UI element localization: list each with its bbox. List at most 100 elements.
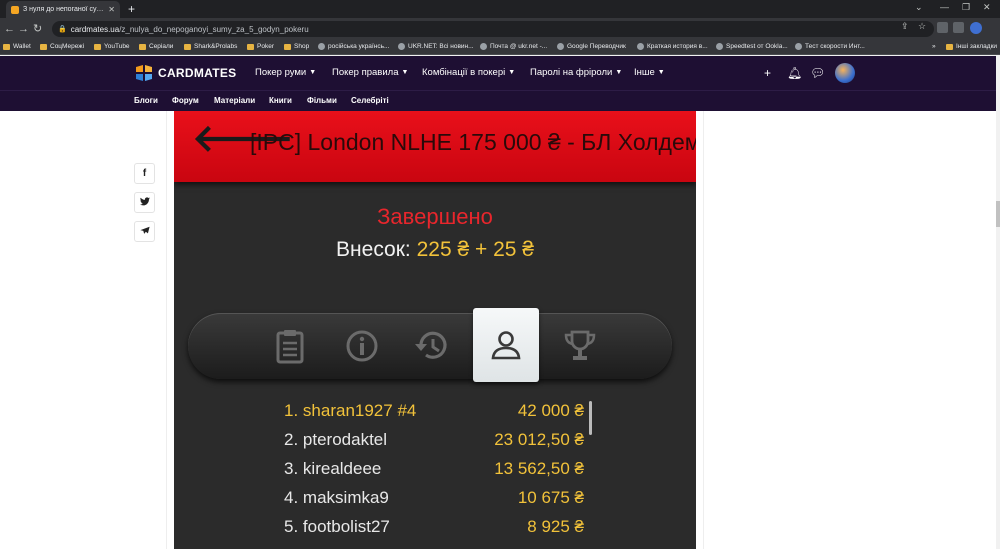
folder-icon — [139, 43, 146, 50]
bookmarks-overflow[interactable]: » — [932, 43, 936, 50]
subnav-celebrities[interactable]: Селебріті — [351, 96, 389, 105]
subnav-books[interactable]: Книги — [269, 96, 292, 105]
address-bar[interactable]: 🔒 cardmates.ua/z_nulya_do_nepoganoyi_sum… — [52, 21, 934, 37]
result-row: 3. kirealdeee 13 562,50 ₴ — [284, 459, 584, 483]
minimize-icon[interactable]: — — [940, 2, 949, 12]
extensions-icon[interactable] — [937, 22, 948, 33]
result-player: sharan1927 #4 — [302, 401, 417, 420]
bookmark-item[interactable]: Google Переводчик — [557, 43, 626, 50]
result-prize: 8 925 ₴ — [527, 517, 584, 536]
bookmark-item[interactable]: YouTube — [94, 43, 130, 50]
back-icon[interactable]: ← — [4, 22, 15, 36]
menu-freeroll-passwords[interactable]: Паролі на фріроли ▼ — [530, 67, 622, 78]
bookmark-item[interactable]: російська українсь... — [318, 43, 389, 50]
browser-tab[interactable]: З нуля до непоганої суми за 5 г ✕ — [6, 1, 120, 18]
bookmark-label: YouTube — [104, 43, 130, 50]
twitter-icon — [139, 196, 150, 209]
maximize-icon[interactable]: ❐ — [962, 2, 970, 13]
telegram-share-button[interactable] — [134, 221, 155, 242]
menu-label: Покер руми — [255, 67, 307, 78]
close-tab-icon[interactable]: ✕ — [108, 5, 115, 14]
folder-icon — [3, 43, 10, 50]
forward-icon[interactable]: → — [18, 22, 29, 36]
tournament-status: Завершено — [377, 204, 493, 229]
result-row: 5. footbolist27 8 925 ₴ — [284, 517, 584, 541]
menu-label: Комбінації в покері — [422, 67, 506, 78]
bookmark-item[interactable]: Speedtest от Ookla... — [716, 43, 788, 50]
result-place: 2. — [284, 430, 299, 449]
side-panel-icon[interactable] — [953, 22, 964, 33]
folder-icon — [40, 43, 47, 50]
chevron-down-icon: ▼ — [401, 69, 409, 76]
players-icon — [491, 331, 521, 360]
menu-poker-rooms[interactable]: Покер руми ▼ — [255, 67, 316, 78]
share-page-icon[interactable]: ⇪ — [901, 21, 909, 32]
bookmark-item[interactable]: Poker — [247, 43, 274, 50]
bookmark-item[interactable]: Тест скорости Инт... — [795, 43, 865, 50]
menu-other[interactable]: Інше ▼ — [634, 67, 665, 78]
twitter-share-button[interactable] — [134, 192, 155, 213]
result-player: kirealdeee — [302, 459, 382, 478]
menu-poker-hands[interactable]: Комбінації в покері ▼ — [422, 67, 515, 78]
speed-icon — [795, 43, 802, 50]
result-prize: 23 012,50 ₴ — [494, 430, 584, 449]
history-icon — [410, 324, 454, 368]
profile-avatar[interactable] — [970, 22, 982, 34]
folder-icon — [284, 43, 291, 50]
bookmark-label: Shop — [294, 43, 310, 50]
other-bookmarks[interactable]: Інші закладки — [946, 43, 997, 50]
bookmark-label: Wallet — [13, 43, 31, 50]
result-player: maksimka9 — [302, 488, 389, 507]
ukrnet-icon — [398, 43, 405, 50]
tab-search-icon[interactable]: ⌄ — [915, 2, 923, 13]
result-place: 1. — [284, 401, 299, 420]
bookmark-label: Poker — [257, 43, 274, 50]
bookmark-item[interactable]: Серіали — [139, 43, 173, 50]
facebook-share-button[interactable]: f — [134, 163, 155, 184]
cardmates-logo[interactable]: CARDMATES — [134, 63, 236, 83]
trophy-icon — [558, 324, 602, 368]
subnav-blogs[interactable]: Блоги — [134, 96, 158, 105]
page-scrollbar-thumb[interactable] — [996, 201, 1000, 227]
bookmark-item[interactable]: Wallet — [3, 43, 31, 50]
bookmark-label: Серіали — [149, 43, 174, 50]
bookmark-label: Shark&Prolabs — [194, 43, 238, 50]
bookmark-star-icon[interactable]: ☆ — [918, 21, 926, 32]
tab-title: З нуля до непоганої суми за 5 г — [23, 6, 105, 13]
close-window-icon[interactable]: ✕ — [983, 2, 991, 13]
site-header: CARDMATES Покер руми ▼ Покер правила ▼ Ком… — [0, 56, 996, 90]
bookmark-item[interactable]: Почта @ ukr.net -... — [480, 43, 547, 50]
bookmark-item[interactable]: СоцМережі — [40, 43, 84, 50]
notes-icon — [268, 324, 312, 368]
subnav-forum[interactable]: Форум — [172, 96, 199, 105]
subnav-films[interactable]: Фільми — [307, 96, 337, 105]
menu-label: Паролі на фріроли — [530, 67, 613, 78]
tournament-tabbar — [188, 308, 672, 382]
browser-toolbar: ← → ↻ 🔒 cardmates.ua/z_nulya_do_nepogano… — [0, 18, 1000, 40]
result-place: 5. — [284, 517, 299, 536]
folder-icon — [94, 43, 101, 50]
bookmark-item[interactable]: Shop — [284, 43, 309, 50]
bookmark-item[interactable]: Краткая история в... — [637, 43, 708, 50]
overflow-label: » — [932, 43, 936, 50]
notifications-bell-icon[interactable]: 🔔︎ — [787, 66, 802, 80]
info-icon — [340, 324, 384, 368]
bookmark-item[interactable]: UKR.NET: Всі новин... — [398, 43, 474, 50]
bookmark-label: російська українсь... — [328, 43, 390, 50]
new-tab-icon[interactable]: + — [128, 2, 135, 16]
reload-icon[interactable]: ↻ — [33, 22, 42, 36]
page-scrollbar[interactable] — [996, 56, 1000, 549]
page-content: f 🡐 [IPC] London NLHE 175 000 ₴ - БЛ Хол… — [0, 111, 996, 549]
subnav-materials[interactable]: Матеріали — [214, 96, 255, 105]
add-icon[interactable]: + — [764, 66, 771, 80]
chevron-down-icon: ▼ — [657, 69, 665, 76]
url-host: cardmates.ua — [70, 24, 120, 34]
bookmark-label: Google Переводчик — [567, 43, 626, 50]
messages-icon[interactable]: 💬︎ — [810, 66, 825, 80]
menu-poker-rules[interactable]: Покер правила ▼ — [332, 67, 408, 78]
site-icon — [637, 43, 644, 50]
bookmark-item[interactable]: Shark&Prolabs — [184, 43, 237, 50]
user-avatar[interactable] — [835, 63, 855, 83]
cardmates-favicon-icon — [11, 5, 19, 14]
telegram-icon — [139, 226, 150, 238]
